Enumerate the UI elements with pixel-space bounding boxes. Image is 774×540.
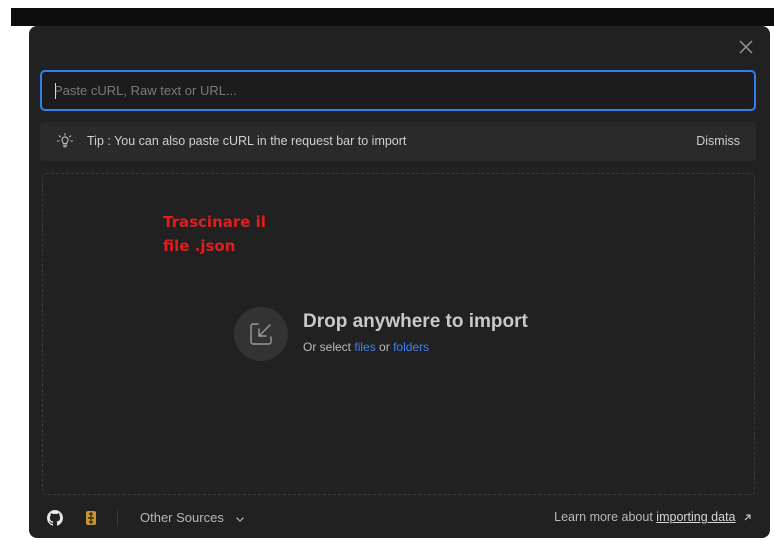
learn-more-prefix: Learn more about <box>554 510 653 524</box>
annotation-line-1: Trascinare il <box>163 213 266 231</box>
other-sources-label: Other Sources <box>140 510 224 525</box>
learn-more: Learn more about importing data <box>554 510 752 524</box>
select-folders-link[interactable]: folders <box>393 340 429 354</box>
select-files-link[interactable]: files <box>354 340 375 354</box>
chevron-down-icon <box>236 516 245 522</box>
import-modal: Tip : You can also paste cURL in the req… <box>29 26 770 538</box>
lightbulb-icon <box>56 132 74 148</box>
drop-subtitle: Or select files or folders <box>303 340 429 354</box>
tip-banner: Tip : You can also paste cURL in the req… <box>40 122 756 161</box>
other-sources-dropdown[interactable]: Other Sources <box>140 510 245 525</box>
external-link-icon <box>744 514 751 521</box>
annotation-line-2: file .json <box>163 237 236 255</box>
github-icon[interactable] <box>47 510 63 526</box>
modal-footer: Other Sources Learn more about importing… <box>29 504 770 532</box>
drop-subtitle-prefix: Or select <box>303 340 352 354</box>
swagger-icon[interactable] <box>84 510 98 526</box>
tip-text: Tip : You can also paste cURL in the req… <box>87 134 407 148</box>
import-icon-circle <box>234 307 288 361</box>
text-cursor <box>55 83 56 99</box>
drop-title: Drop anywhere to import <box>303 311 528 332</box>
dismiss-button[interactable]: Dismiss <box>696 134 740 148</box>
close-button[interactable] <box>737 38 755 56</box>
background-window-bar <box>11 8 774 26</box>
import-input-wrapper <box>40 70 756 111</box>
import-arrow-icon <box>250 323 272 345</box>
importing-data-link[interactable]: importing data <box>656 510 735 524</box>
import-input[interactable] <box>42 72 754 109</box>
annotation-text: Trascinare il file .json <box>163 210 303 258</box>
drop-zone[interactable]: Trascinare il file .json Drop anywhere t… <box>42 173 755 495</box>
drop-subtitle-or: or <box>379 340 390 354</box>
footer-divider <box>117 510 118 526</box>
close-icon <box>739 40 753 54</box>
